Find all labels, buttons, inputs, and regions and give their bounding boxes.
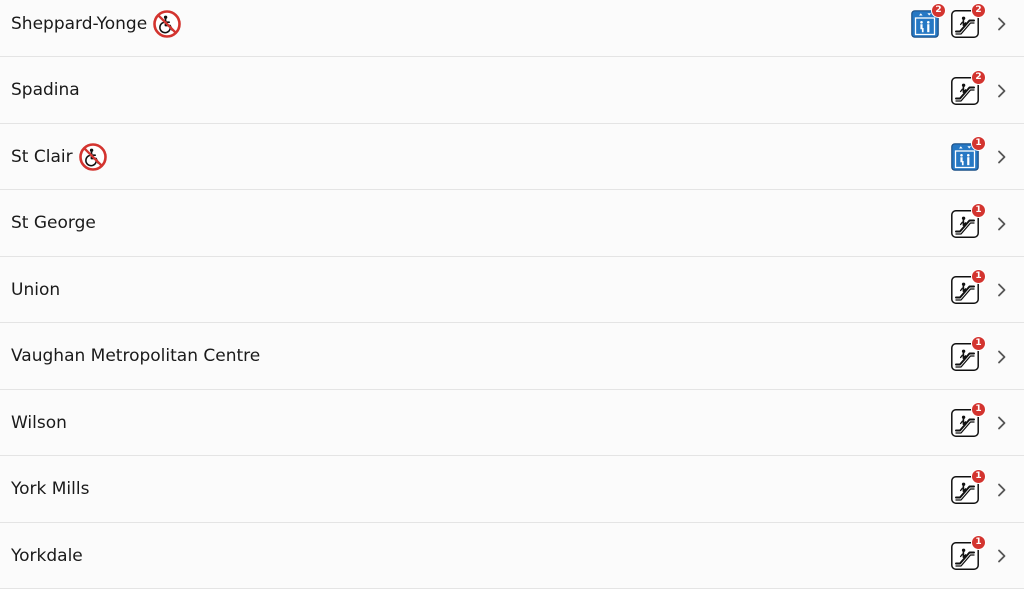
station-name: Union: [11, 279, 61, 300]
station-name: St Clair: [11, 146, 73, 167]
outage-count-badge: 1: [971, 402, 986, 417]
escalator-outage: 1: [951, 269, 986, 304]
outage-icons: 2 2: [911, 0, 1024, 57]
escalator-outage: 1: [951, 402, 986, 437]
outage-count-badge: 1: [971, 136, 986, 151]
escalator-outage: 1: [951, 535, 986, 570]
station-name: Spadina: [11, 80, 80, 100]
chevron-right-icon[interactable]: [993, 347, 1011, 367]
station-row-st-george[interactable]: St George 1: [0, 191, 1024, 257]
outage-icons: 2: [951, 58, 1024, 124]
chevron-right-icon[interactable]: [993, 147, 1011, 167]
station-row-wilson[interactable]: Wilson 1: [0, 390, 1024, 456]
station-name: Sheppard-Yonge: [11, 13, 148, 34]
chevron-right-icon[interactable]: [993, 280, 1011, 300]
station-row-yorkdale[interactable]: Yorkdale 1: [0, 523, 1024, 589]
station-name: Wilson: [11, 412, 67, 433]
outage-count-badge: 1: [971, 335, 986, 351]
outage-count-badge: 2: [971, 3, 986, 18]
outage-icons: 1: [951, 191, 1024, 257]
outage-icons: 1: [951, 124, 1024, 190]
outage-count-badge: 1: [971, 269, 986, 284]
outage-count-badge: 2: [931, 3, 946, 18]
escalator-outage: 1: [951, 335, 986, 371]
outage-count-badge: 2: [971, 69, 986, 85]
outage-icons: 1: [951, 457, 1024, 523]
station-row-vaughan-metropolitan-centre[interactable]: Vaughan Metropolitan Centre 1: [0, 324, 1024, 390]
chevron-right-icon[interactable]: [993, 546, 1011, 566]
chevron-right-icon[interactable]: [993, 81, 1011, 101]
outage-icons: 1: [951, 523, 1024, 589]
station-name: York Mills: [11, 479, 90, 499]
chevron-right-icon[interactable]: [993, 14, 1011, 34]
station-name: St George: [11, 213, 96, 233]
escalator-outage: 2: [951, 69, 986, 105]
outage-icons: 1: [951, 324, 1024, 390]
outage-icons: 1: [951, 257, 1024, 323]
escalator-outage: 1: [951, 202, 986, 238]
elevator-outage: 2: [911, 3, 946, 38]
escalator-outage: 2: [951, 3, 986, 38]
outage-count-badge: 1: [971, 202, 986, 218]
elevator-outage: 1: [951, 136, 986, 171]
station-row-york-mills[interactable]: York Mills 1: [0, 457, 1024, 523]
outage-count-badge: 1: [971, 535, 986, 550]
wheelchair-not-accessible-icon: [152, 9, 182, 39]
station-list: Sheppard-Yonge 2 2 Spadina 2 St Clair 1 …: [0, 0, 1024, 589]
wheelchair-not-accessible-icon: [78, 142, 108, 172]
chevron-right-icon[interactable]: [993, 413, 1011, 433]
station-row-union[interactable]: Union 1: [0, 257, 1024, 323]
station-name: Yorkdale: [11, 545, 83, 566]
station-name: Vaughan Metropolitan Centre: [11, 346, 261, 366]
outage-icons: 1: [951, 390, 1024, 456]
escalator-outage: 1: [951, 468, 986, 504]
outage-count-badge: 1: [971, 468, 986, 484]
station-row-spadina[interactable]: Spadina 2: [0, 58, 1024, 124]
chevron-right-icon[interactable]: [993, 214, 1011, 234]
station-row-st-clair[interactable]: St Clair 1: [0, 124, 1024, 190]
station-row-sheppard-yonge[interactable]: Sheppard-Yonge 2 2: [0, 0, 1024, 57]
chevron-right-icon[interactable]: [993, 480, 1011, 500]
